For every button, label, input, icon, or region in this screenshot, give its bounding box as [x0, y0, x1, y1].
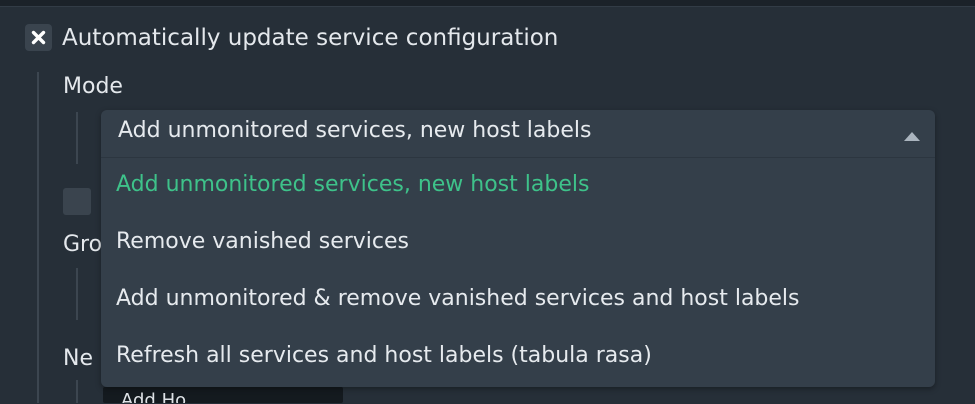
background-field-text: Add Ho: [121, 390, 187, 404]
mode-option[interactable]: Remove vanished services: [101, 215, 935, 269]
auto-update-checkbox[interactable]: [25, 24, 52, 51]
tree-line-outer: [37, 72, 39, 403]
caret-up-icon: [904, 132, 920, 141]
mode-option-label: Add unmonitored & remove vanished servic…: [116, 286, 800, 311]
mode-option[interactable]: Refresh all services and host labels (ta…: [101, 329, 935, 383]
tree-line-mode: [76, 112, 78, 164]
mode-option[interactable]: Add unmonitored & remove vanished servic…: [101, 272, 935, 326]
mode-dropdown[interactable]: Add unmonitored services, new host label…: [101, 110, 935, 387]
mode-option[interactable]: Add unmonitored services, new host label…: [101, 158, 935, 212]
new-label-partial: Ne: [63, 346, 93, 371]
mode-select-value: Add unmonitored services, new host label…: [118, 118, 592, 143]
group-label-partial: Gro: [63, 232, 103, 257]
mode-option-label: Refresh all services and host labels (ta…: [116, 343, 652, 368]
auto-update-label[interactable]: Automatically update service configurati…: [62, 22, 558, 54]
tree-line-group: [76, 268, 78, 320]
mode-select[interactable]: Add unmonitored services, new host label…: [101, 110, 935, 158]
tree-line-new: [76, 380, 78, 403]
mode-option-label: Add unmonitored services, new host label…: [116, 172, 590, 197]
close-x-icon: [31, 30, 46, 45]
hidden-checkbox[interactable]: [63, 188, 91, 215]
mode-option-label: Remove vanished services: [116, 229, 409, 254]
mode-label: Mode: [63, 74, 123, 99]
background-input-field[interactable]: Add Ho: [103, 387, 343, 403]
